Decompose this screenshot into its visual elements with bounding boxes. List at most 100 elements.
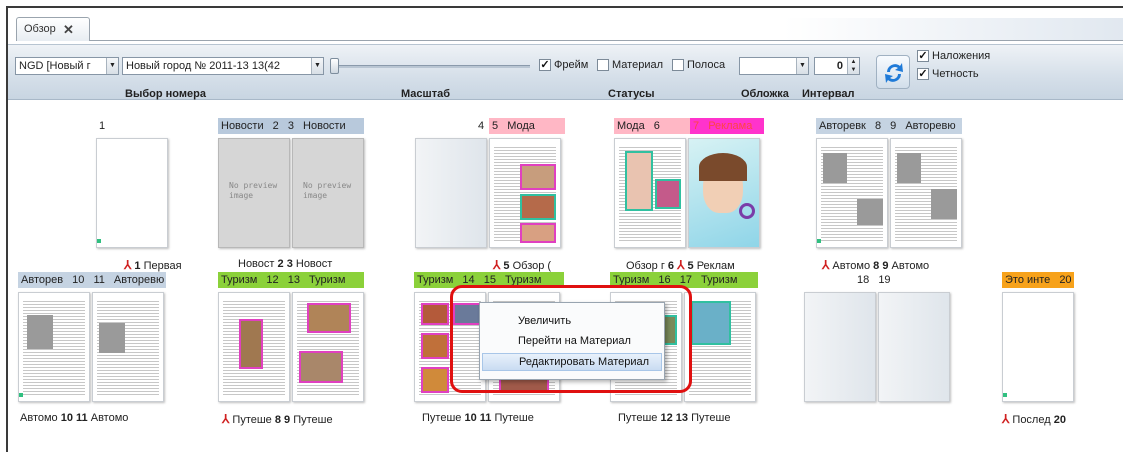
spread-8-9[interactable]: Авторевк 8 9 Авторевю ⅄ Автомо 8 9 Автом… <box>816 118 966 298</box>
page-header: 4 <box>475 118 487 134</box>
page-thumbnail[interactable]: No preview image <box>292 138 364 248</box>
material-frame[interactable] <box>421 333 449 359</box>
page-footer: Путеше 10 11 Путеше <box>422 412 534 424</box>
page-thumbnail[interactable] <box>816 138 888 248</box>
image-placeholder <box>99 323 125 353</box>
material-frame[interactable] <box>625 151 653 211</box>
interval-stepper[interactable]: 0 ▲ ▼ <box>814 57 860 75</box>
page-thumbnail[interactable] <box>489 138 561 248</box>
page-thumbnail[interactable]: No preview image <box>218 138 290 248</box>
checkbox-icon[interactable] <box>672 59 684 71</box>
footer-section: Автомо <box>20 412 58 424</box>
spread-20[interactable]: Это инте 20 ⅄ Послед 20 <box>1002 272 1122 452</box>
footer-section: Автомо <box>90 412 129 424</box>
page-thumbnail[interactable] <box>684 292 756 402</box>
spread-6-7[interactable]: Мода 6 7 Реклама Обзор г 6 ⅄ 5 Реклам <box>614 118 764 298</box>
parity-checkbox[interactable]: ✓ Четность <box>917 68 979 80</box>
statuses-label: Статусы <box>608 88 655 100</box>
page-thumbnail[interactable] <box>890 138 962 248</box>
material-frame[interactable] <box>421 367 449 393</box>
image-placeholder <box>931 189 957 219</box>
footer-section: Путеше <box>293 414 333 426</box>
chevron-down-icon[interactable]: ▼ <box>106 58 118 74</box>
material-checkbox[interactable]: Материал <box>597 59 663 71</box>
page-thumbnail[interactable] <box>18 292 90 402</box>
page-header: Это инте 20 <box>1002 272 1074 288</box>
page-header: Авторевк 8 9 Авторевю <box>816 118 962 134</box>
pdf-icon[interactable]: ⅄ <box>493 258 500 272</box>
scale-slider[interactable] <box>330 58 530 74</box>
close-icon[interactable]: ✕ <box>63 22 74 38</box>
parity-checkbox-label: Четность <box>932 68 979 80</box>
section-label: Туризм <box>221 274 258 286</box>
material-frame[interactable] <box>655 179 681 209</box>
material-checkbox-label: Материал <box>612 59 663 71</box>
page-thumbnail[interactable] <box>688 138 760 248</box>
material-frame[interactable] <box>299 351 343 383</box>
page-number: 12 <box>266 274 279 286</box>
spread-18-19[interactable]: 18 19 <box>804 272 954 452</box>
spread-12-13[interactable]: Туризм 12 13 Туризм ⅄ Путеше 8 9 Путеше <box>218 272 368 452</box>
tab-overview[interactable]: Обзор ✕ <box>16 17 90 41</box>
pdf-icon[interactable]: ⅄ <box>677 258 684 272</box>
page-thumbnail[interactable] <box>878 292 950 402</box>
page-thumbnail[interactable] <box>614 138 686 248</box>
refresh-button[interactable] <box>876 55 910 89</box>
cover-select[interactable]: ▼ <box>739 57 809 75</box>
pdf-icon[interactable]: ⅄ <box>1002 412 1009 426</box>
issue-select[interactable]: Новый город № 2011-13 13(42 ▼ <box>122 57 324 75</box>
spread-2-3[interactable]: Новости 2 3 Новости No preview image No … <box>218 118 368 298</box>
tab-bar: Обзор ✕ <box>8 8 1123 44</box>
status-marker <box>1003 393 1007 397</box>
page-thumbnail[interactable] <box>415 138 487 248</box>
page-thumbnail[interactable] <box>218 292 290 402</box>
edition-select[interactable]: NGD [Новый г ▼ <box>15 57 119 75</box>
checkbox-checked-icon[interactable]: ✓ <box>539 59 551 71</box>
page-footer: ⅄ Автомо 8 9 Автомо <box>822 258 929 272</box>
checkbox-icon[interactable] <box>597 59 609 71</box>
chevron-down-icon[interactable]: ▼ <box>311 58 323 74</box>
slider-thumb[interactable] <box>330 58 339 74</box>
page-header: Авторев 10 11 Авторевю <box>18 272 166 288</box>
stepper-arrows-icon[interactable]: ▲ ▼ <box>847 58 859 74</box>
page-thumbnail[interactable] <box>804 292 876 402</box>
footer-section: Путеше <box>691 412 731 424</box>
ad-image-hair <box>699 153 747 181</box>
spread-10-11[interactable]: Авторев 10 11 Авторевю Автомо 10 11 Авто… <box>18 272 168 452</box>
page-footer: Новост 2 3 Новост <box>238 258 332 270</box>
footer-section: Путеше <box>422 412 462 424</box>
spread-4-5[interactable]: 4 5 Мода ⅄ 5 Обзор ( <box>415 118 565 298</box>
footer-section: Автомо <box>832 260 871 272</box>
material-frame[interactable] <box>520 223 556 243</box>
cover-label: Обложка <box>741 88 789 100</box>
section-label: Новости <box>221 120 264 132</box>
material-frame[interactable] <box>691 301 731 345</box>
page-thumbnail[interactable] <box>1002 292 1074 402</box>
footer-page-number: 12 <box>660 412 673 424</box>
pdf-icon[interactable]: ⅄ <box>124 258 131 272</box>
strip-checkbox[interactable]: Полоса <box>672 59 725 71</box>
spread-1[interactable]: 1 ⅄ 1 Первая <box>18 118 182 298</box>
material-frame[interactable] <box>307 303 351 333</box>
page-thumbnail[interactable] <box>292 292 364 402</box>
material-frame[interactable] <box>239 319 263 369</box>
section-label: Авторевк <box>819 120 866 132</box>
footer-page-number: 10 <box>464 412 477 424</box>
frame-checkbox[interactable]: ✓ Фрейм <box>539 59 588 71</box>
chevron-down-icon[interactable]: ▼ <box>796 58 808 74</box>
page-number: 8 <box>874 120 882 132</box>
checkbox-checked-icon[interactable]: ✓ <box>917 68 929 80</box>
section-label: Новости <box>303 120 346 132</box>
page-thumbnail[interactable] <box>96 138 168 248</box>
material-frame[interactable] <box>520 164 556 190</box>
interval-value: 0 <box>836 60 843 72</box>
checkbox-checked-icon[interactable]: ✓ <box>917 50 929 62</box>
material-frame[interactable] <box>421 303 449 325</box>
footer-section: Обзор ( <box>512 260 552 272</box>
pdf-icon[interactable]: ⅄ <box>222 412 229 426</box>
overlays-checkbox[interactable]: ✓ Наложения <box>917 50 990 62</box>
no-preview-text: No preview image <box>229 181 278 200</box>
material-frame[interactable] <box>520 194 556 220</box>
page-thumbnail[interactable] <box>92 292 164 402</box>
pdf-icon[interactable]: ⅄ <box>822 258 829 272</box>
